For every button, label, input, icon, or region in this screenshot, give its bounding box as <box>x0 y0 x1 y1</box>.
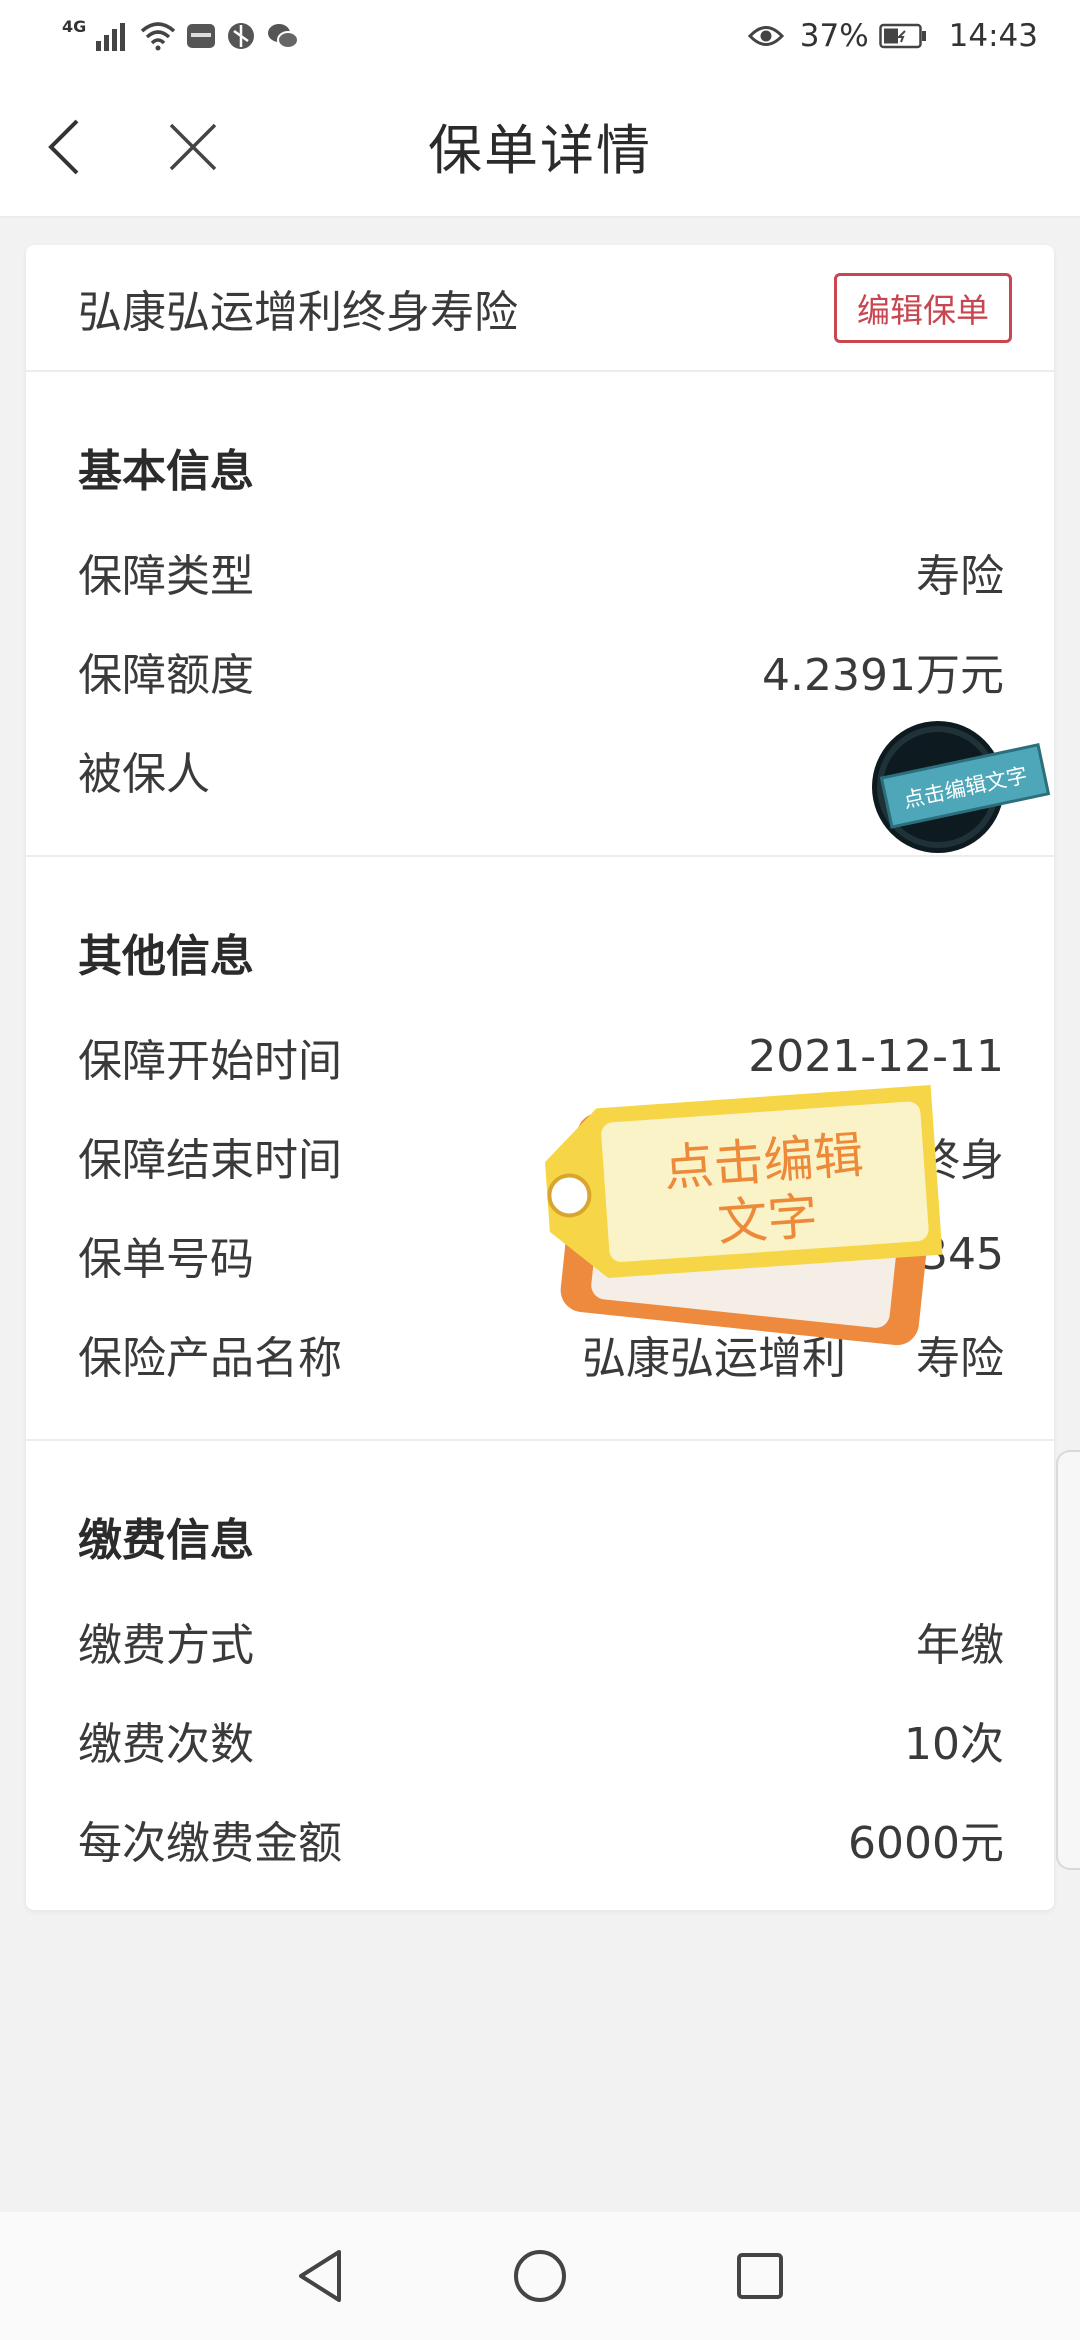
info-row: 缴费方式 年缴 <box>78 1591 1004 1690</box>
row-label: 保障类型 <box>78 550 254 602</box>
section-title: 基本信息 <box>78 446 254 497</box>
title-bar: 保单详情 <box>0 72 1080 218</box>
status-bar: 4G 37% 14:43 <box>0 0 1080 72</box>
row-label: 保障开始时间 <box>78 1035 342 1087</box>
back-button[interactable] <box>30 112 100 182</box>
triangle-back-icon <box>299 2250 341 2302</box>
wechat-icon <box>266 21 300 51</box>
info-row: 缴费次数 10次 <box>78 1690 1004 1789</box>
close-icon <box>169 123 217 171</box>
row-label: 缴费方式 <box>78 1619 254 1671</box>
status-left: 4G <box>62 17 300 51</box>
close-button[interactable] <box>158 112 228 182</box>
app-icon <box>226 21 256 51</box>
signal-icon <box>96 21 130 51</box>
circle-home-icon <box>514 2250 566 2302</box>
system-nav-bar <box>0 2212 1080 2340</box>
side-drawer-handle[interactable] <box>1056 1450 1080 1870</box>
edit-text-sticker-tag[interactable]: 点击编辑 文字 <box>508 1068 958 1378</box>
row-value: 10次 <box>904 1718 1004 1770</box>
battery-icon <box>878 23 927 49</box>
nav-home-button[interactable] <box>500 2236 580 2316</box>
policy-header: 弘康弘运增利终身寿险 编辑保单 <box>26 245 1054 372</box>
info-row: 每次缴费金额 6000元 <box>78 1789 1004 1888</box>
row-label: 保障结束时间 <box>78 1134 342 1186</box>
wifi-icon <box>140 21 176 51</box>
huawei-icon <box>186 21 216 51</box>
network-type: 4G <box>62 16 87 36</box>
row-label: 保险产品名称 <box>78 1332 342 1384</box>
section-title: 缴费信息 <box>78 1515 254 1566</box>
payment-info-section: 缴费信息 缴费方式 年缴 缴费次数 10次 每次缴费金额 6000元 <box>26 1441 1054 1924</box>
back-chevron-icon <box>48 119 79 175</box>
row-label: 被保人 <box>78 748 210 800</box>
section-title: 其他信息 <box>78 931 254 982</box>
info-row: 保障额度 4.2391万元 <box>78 621 1004 720</box>
status-right: 37% 14:43 <box>747 18 1038 54</box>
row-value: 年缴 <box>916 1619 1004 1671</box>
row-value: 6000元 <box>848 1817 1004 1869</box>
square-recent-icon <box>737 2253 783 2299</box>
row-label: 每次缴费金额 <box>78 1817 342 1869</box>
battery-percent: 37% <box>799 18 869 54</box>
nav-recent-button[interactable] <box>720 2236 800 2316</box>
sticker-tag-line2: 文字 <box>716 1187 820 1252</box>
row-label: 保障额度 <box>78 649 254 701</box>
clock: 14:43 <box>948 18 1038 54</box>
row-label: 保单号码 <box>78 1233 254 1285</box>
edit-policy-button[interactable]: 编辑保单 <box>834 272 1012 343</box>
info-row: 保障类型 寿险 <box>78 522 1004 621</box>
edit-text-sticker-round[interactable]: 点击编辑文字 <box>860 715 1051 855</box>
eye-icon <box>747 23 784 49</box>
row-value: 寿险 <box>916 550 1004 602</box>
row-label: 缴费次数 <box>78 1718 254 1770</box>
row-value: 4.2391万元 <box>762 649 1004 701</box>
policy-name: 弘康弘运增利终身寿险 <box>78 286 518 338</box>
nav-back-button[interactable] <box>280 2236 360 2316</box>
